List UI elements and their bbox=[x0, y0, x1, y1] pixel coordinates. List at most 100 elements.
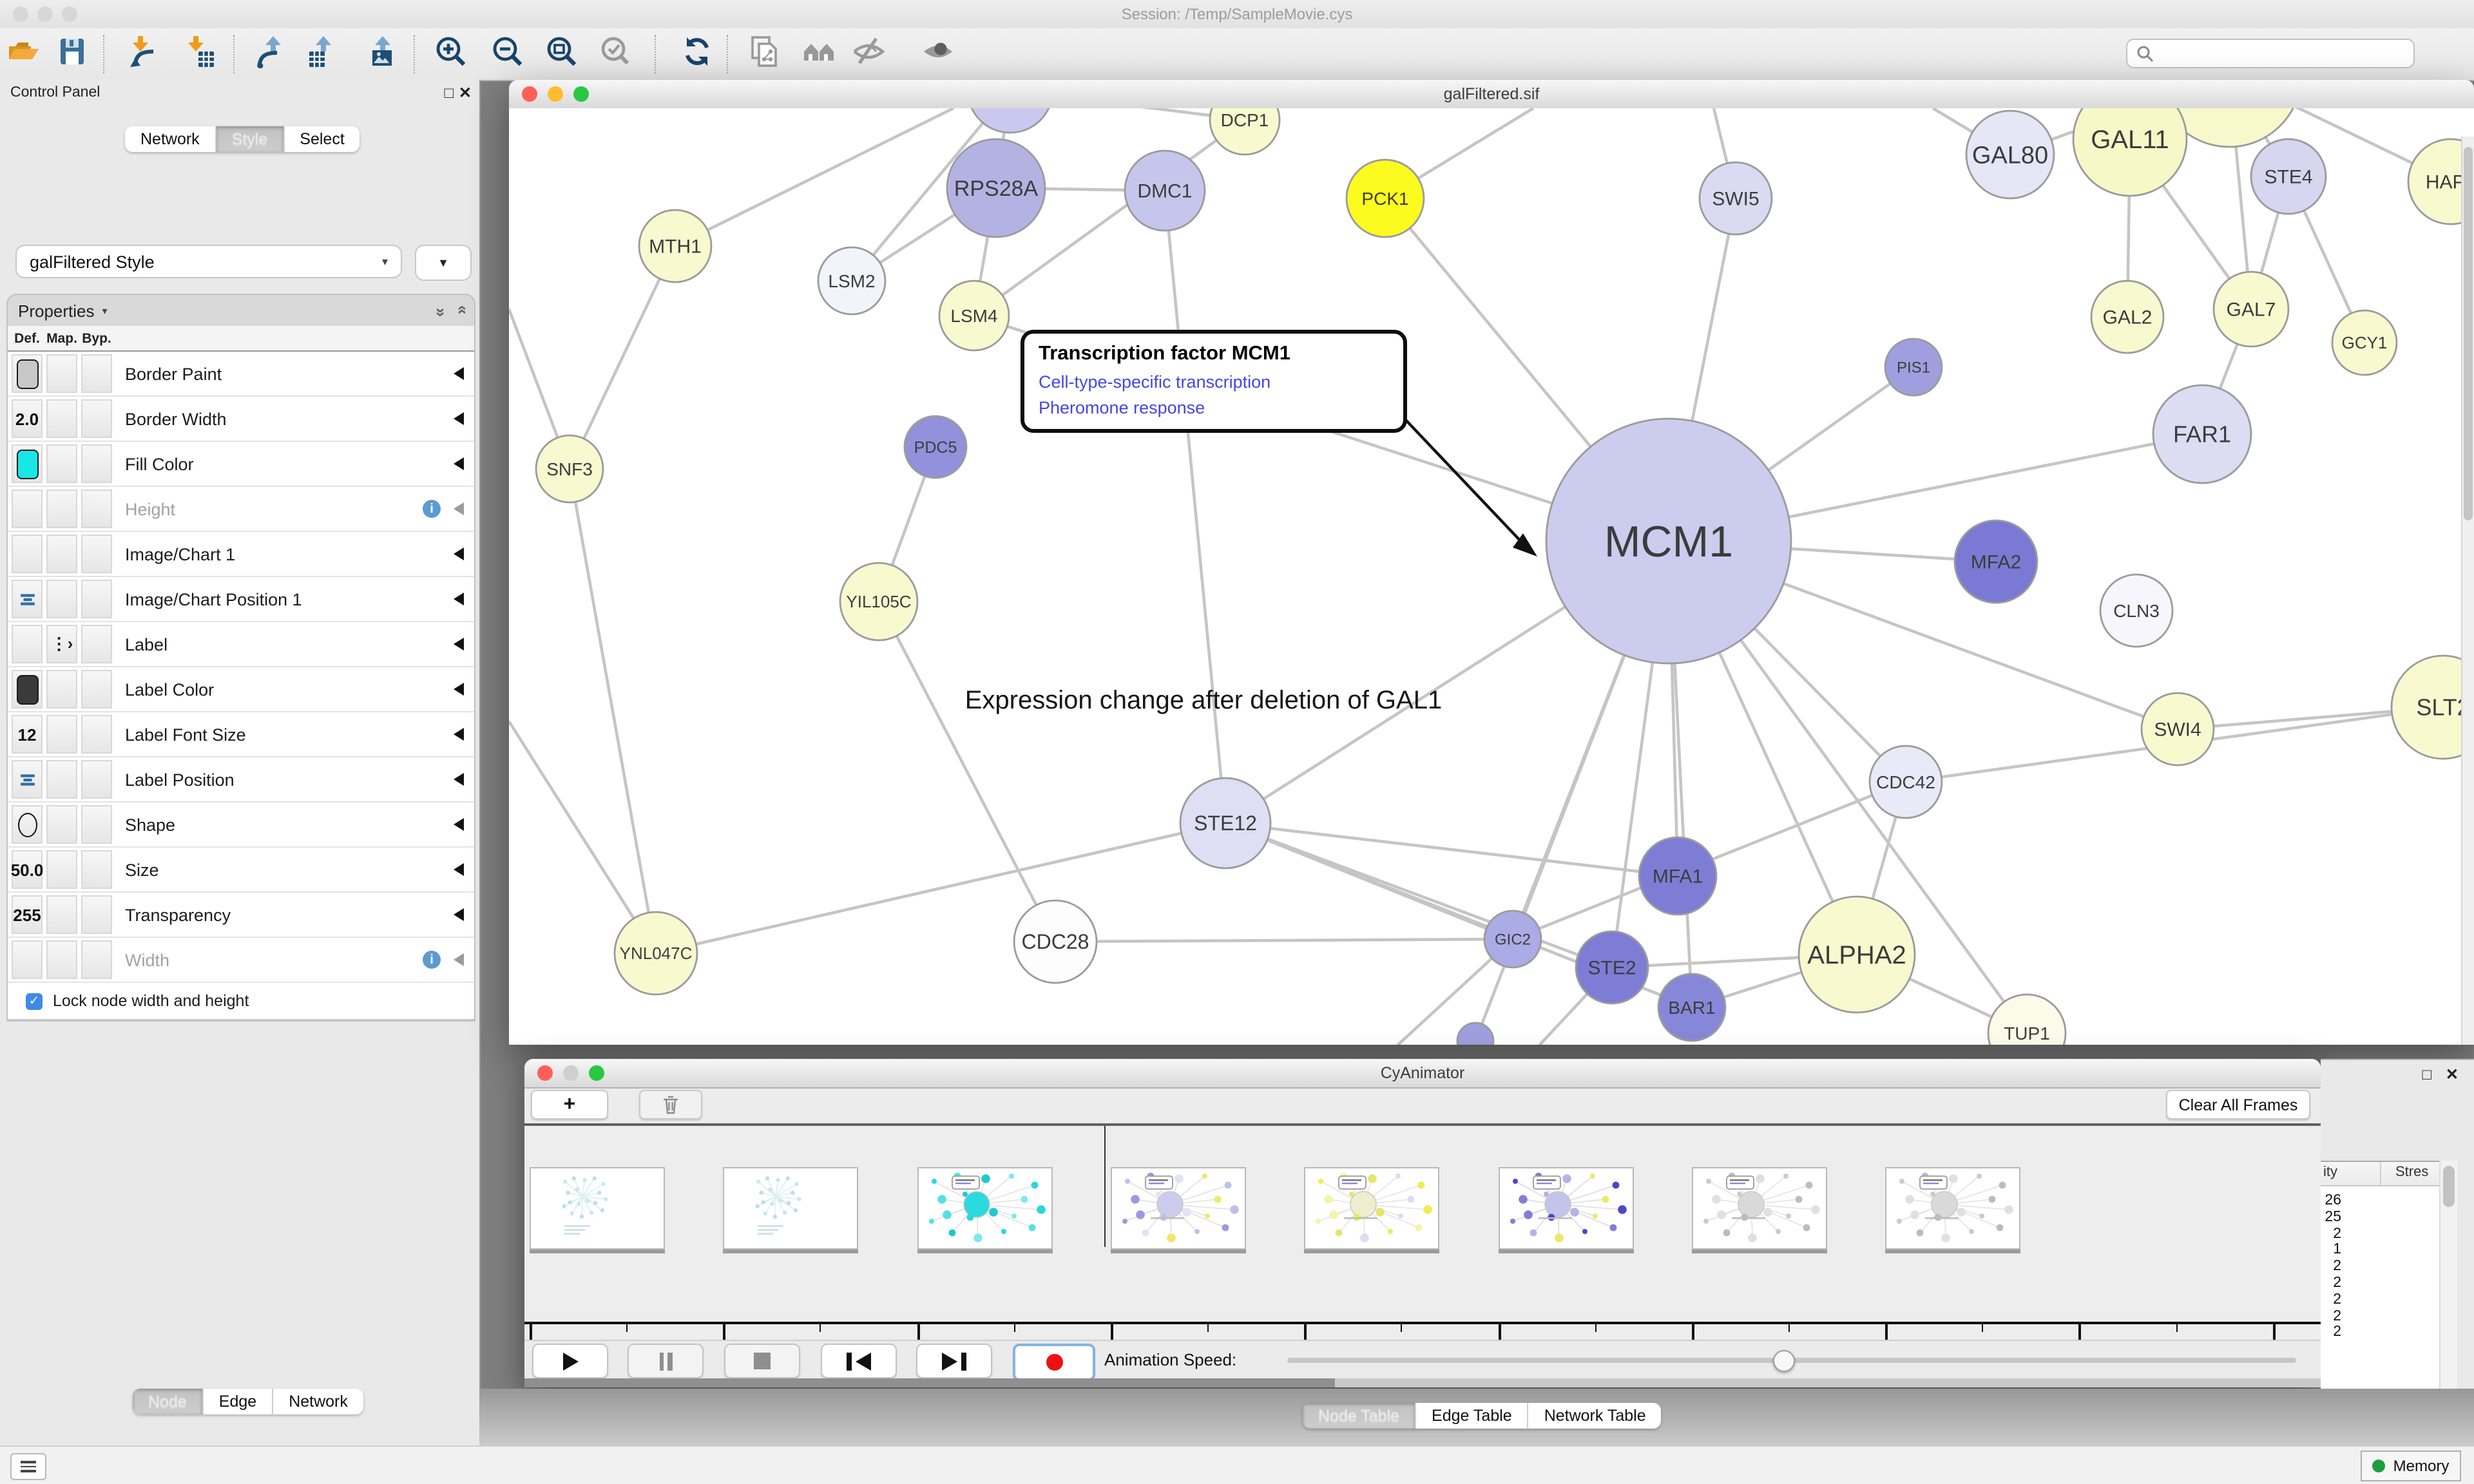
node-cdc28[interactable]: CDC28 bbox=[1014, 900, 1097, 983]
property-row-label-color[interactable]: Label Color bbox=[8, 667, 474, 712]
zoom-in-button[interactable] bbox=[433, 36, 469, 72]
add-frame-button[interactable]: + bbox=[531, 1090, 608, 1119]
network-canvas[interactable]: RPS28ADMC1DCP1PCK1SWI5GAL80GAL11STE4HAP2… bbox=[509, 108, 2474, 1045]
bypass-value-cell[interactable] bbox=[81, 805, 112, 844]
bypass-value-cell[interactable] bbox=[81, 490, 112, 528]
node-bar1[interactable]: BAR1 bbox=[1658, 974, 1725, 1041]
bypass-value-cell[interactable] bbox=[81, 444, 112, 483]
expand-property-icon[interactable] bbox=[454, 593, 464, 605]
mapping-value-cell[interactable] bbox=[46, 399, 77, 438]
cyanimator-titlebar[interactable]: CyAnimator bbox=[524, 1059, 2321, 1089]
node-mfa2[interactable]: MFA2 bbox=[1955, 520, 2037, 603]
float-panel-icon[interactable]: □ bbox=[445, 84, 454, 102]
node-ste2[interactable]: STE2 bbox=[1576, 931, 1648, 1004]
maximize-icon[interactable] bbox=[573, 86, 589, 102]
search-input[interactable] bbox=[2126, 39, 2415, 68]
export-network-button[interactable] bbox=[254, 36, 290, 72]
node-ste12[interactable]: STE12 bbox=[1180, 778, 1271, 868]
cyanimator-horizontal-scrollbar[interactable] bbox=[524, 1378, 2321, 1387]
mapping-value-cell[interactable] bbox=[46, 850, 77, 889]
expand-property-icon[interactable] bbox=[454, 638, 464, 651]
property-row-fill-color[interactable]: Fill Color bbox=[8, 442, 474, 487]
mapping-value-cell[interactable] bbox=[46, 580, 77, 618]
node-pis1[interactable]: PIS1 bbox=[1885, 339, 1942, 395]
maximize-icon[interactable] bbox=[589, 1065, 604, 1081]
annotation-box[interactable]: Transcription factor MCM1 Cell-type-spec… bbox=[1021, 330, 1407, 433]
close-panel-icon[interactable]: ✕ bbox=[2446, 1065, 2459, 1083]
node-snf3[interactable]: SNF3 bbox=[536, 435, 603, 502]
default-value-cell[interactable]: 12 bbox=[12, 715, 43, 754]
expand-property-icon[interactable] bbox=[454, 547, 464, 560]
float-panel-icon[interactable]: □ bbox=[2422, 1065, 2432, 1083]
zoom-selected-button[interactable] bbox=[598, 36, 634, 72]
hide-selected-button[interactable] bbox=[850, 36, 887, 72]
copy-network-button[interactable] bbox=[747, 36, 783, 72]
close-window-icon[interactable] bbox=[13, 6, 28, 22]
pause-button[interactable] bbox=[628, 1344, 704, 1378]
frame-thumbnail-3[interactable] bbox=[1111, 1167, 1246, 1250]
bypass-value-cell[interactable] bbox=[81, 535, 112, 573]
mapping-value-cell[interactable] bbox=[46, 535, 77, 573]
mapping-value-cell[interactable] bbox=[46, 895, 77, 934]
frame-thumbnail-0[interactable] bbox=[530, 1167, 665, 1250]
import-network-button[interactable] bbox=[124, 36, 160, 72]
tab-style[interactable]: Style bbox=[216, 126, 285, 152]
go-to-start-button[interactable] bbox=[821, 1344, 897, 1378]
collapse-all-icon[interactable]: » bbox=[451, 307, 470, 314]
frame-thumbnail-7[interactable] bbox=[1885, 1167, 2020, 1250]
column-header[interactable]: ity bbox=[2323, 1165, 2337, 1180]
info-icon[interactable]: i bbox=[423, 500, 441, 518]
tab-node-table[interactable]: Node Table bbox=[1303, 1403, 1416, 1429]
tab-node[interactable]: Node bbox=[133, 1389, 204, 1414]
frame-thumbnail-2[interactable] bbox=[917, 1167, 1052, 1250]
default-value-cell[interactable] bbox=[12, 805, 43, 844]
bypass-value-cell[interactable] bbox=[81, 850, 112, 889]
style-options-button[interactable]: ▼ bbox=[415, 245, 472, 281]
mapping-value-cell[interactable] bbox=[46, 805, 77, 844]
node-mcm1[interactable]: MCM1 bbox=[1546, 419, 1791, 663]
properties-header[interactable]: Properties bbox=[18, 301, 95, 320]
export-image-button[interactable] bbox=[363, 36, 399, 72]
task-history-button[interactable] bbox=[10, 1453, 46, 1480]
property-row-image-chart-1[interactable]: Image/Chart 1 bbox=[8, 532, 474, 577]
open-session-button[interactable] bbox=[5, 36, 41, 72]
bypass-value-cell[interactable] bbox=[81, 354, 112, 393]
node-cdc42[interactable]: CDC42 bbox=[1870, 746, 1942, 818]
default-value-cell[interactable] bbox=[12, 625, 43, 663]
go-to-end-button[interactable] bbox=[916, 1344, 992, 1378]
close-icon[interactable] bbox=[537, 1065, 553, 1081]
zoom-fit-button[interactable] bbox=[544, 36, 580, 72]
expand-property-icon[interactable] bbox=[454, 502, 464, 515]
node-lsm4[interactable]: LSM4 bbox=[939, 281, 1009, 350]
node-cln3[interactable]: CLN3 bbox=[2100, 575, 2172, 647]
lock-size-checkbox[interactable]: ✓ bbox=[26, 993, 43, 1009]
property-row-label-position[interactable]: Label Position bbox=[8, 757, 474, 803]
default-value-cell[interactable]: 255 bbox=[12, 895, 43, 934]
property-row-width[interactable]: Width i bbox=[8, 938, 474, 983]
node-swi5[interactable]: SWI5 bbox=[1700, 162, 1772, 234]
property-row-transparency[interactable]: 255 Transparency bbox=[8, 893, 474, 938]
play-button[interactable] bbox=[532, 1344, 608, 1378]
animation-speed-slider[interactable] bbox=[1287, 1358, 2296, 1363]
column-header[interactable]: Stres bbox=[2395, 1165, 2428, 1180]
bypass-value-cell[interactable] bbox=[81, 895, 112, 934]
scrollbar-thumb[interactable] bbox=[524, 1378, 1335, 1387]
bypass-value-cell[interactable] bbox=[81, 940, 112, 979]
import-table-button[interactable] bbox=[182, 36, 218, 72]
frame-thumbnail-6[interactable] bbox=[1692, 1167, 1827, 1250]
window-controls[interactable] bbox=[13, 6, 77, 22]
annotation-link-1[interactable]: Cell-type-specific transcription bbox=[1039, 370, 1389, 395]
mapping-value-cell[interactable] bbox=[46, 760, 77, 799]
record-button[interactable] bbox=[1013, 1344, 1095, 1381]
delete-frame-button[interactable] bbox=[639, 1090, 702, 1119]
default-value-cell[interactable] bbox=[12, 760, 43, 799]
bypass-value-cell[interactable] bbox=[81, 580, 112, 618]
node-far1[interactable]: FAR1 bbox=[2153, 385, 2251, 483]
default-value-cell[interactable] bbox=[12, 940, 43, 979]
expand-property-icon[interactable] bbox=[454, 683, 464, 696]
expand-property-icon[interactable] bbox=[454, 773, 464, 786]
node-rps28a[interactable]: RPS28A bbox=[947, 139, 1045, 237]
property-row-image-chart-position-1[interactable]: Image/Chart Position 1 bbox=[8, 577, 474, 622]
node-pck1[interactable]: PCK1 bbox=[1347, 160, 1424, 237]
node-alpha2[interactable]: ALPHA2 bbox=[1799, 897, 1915, 1013]
